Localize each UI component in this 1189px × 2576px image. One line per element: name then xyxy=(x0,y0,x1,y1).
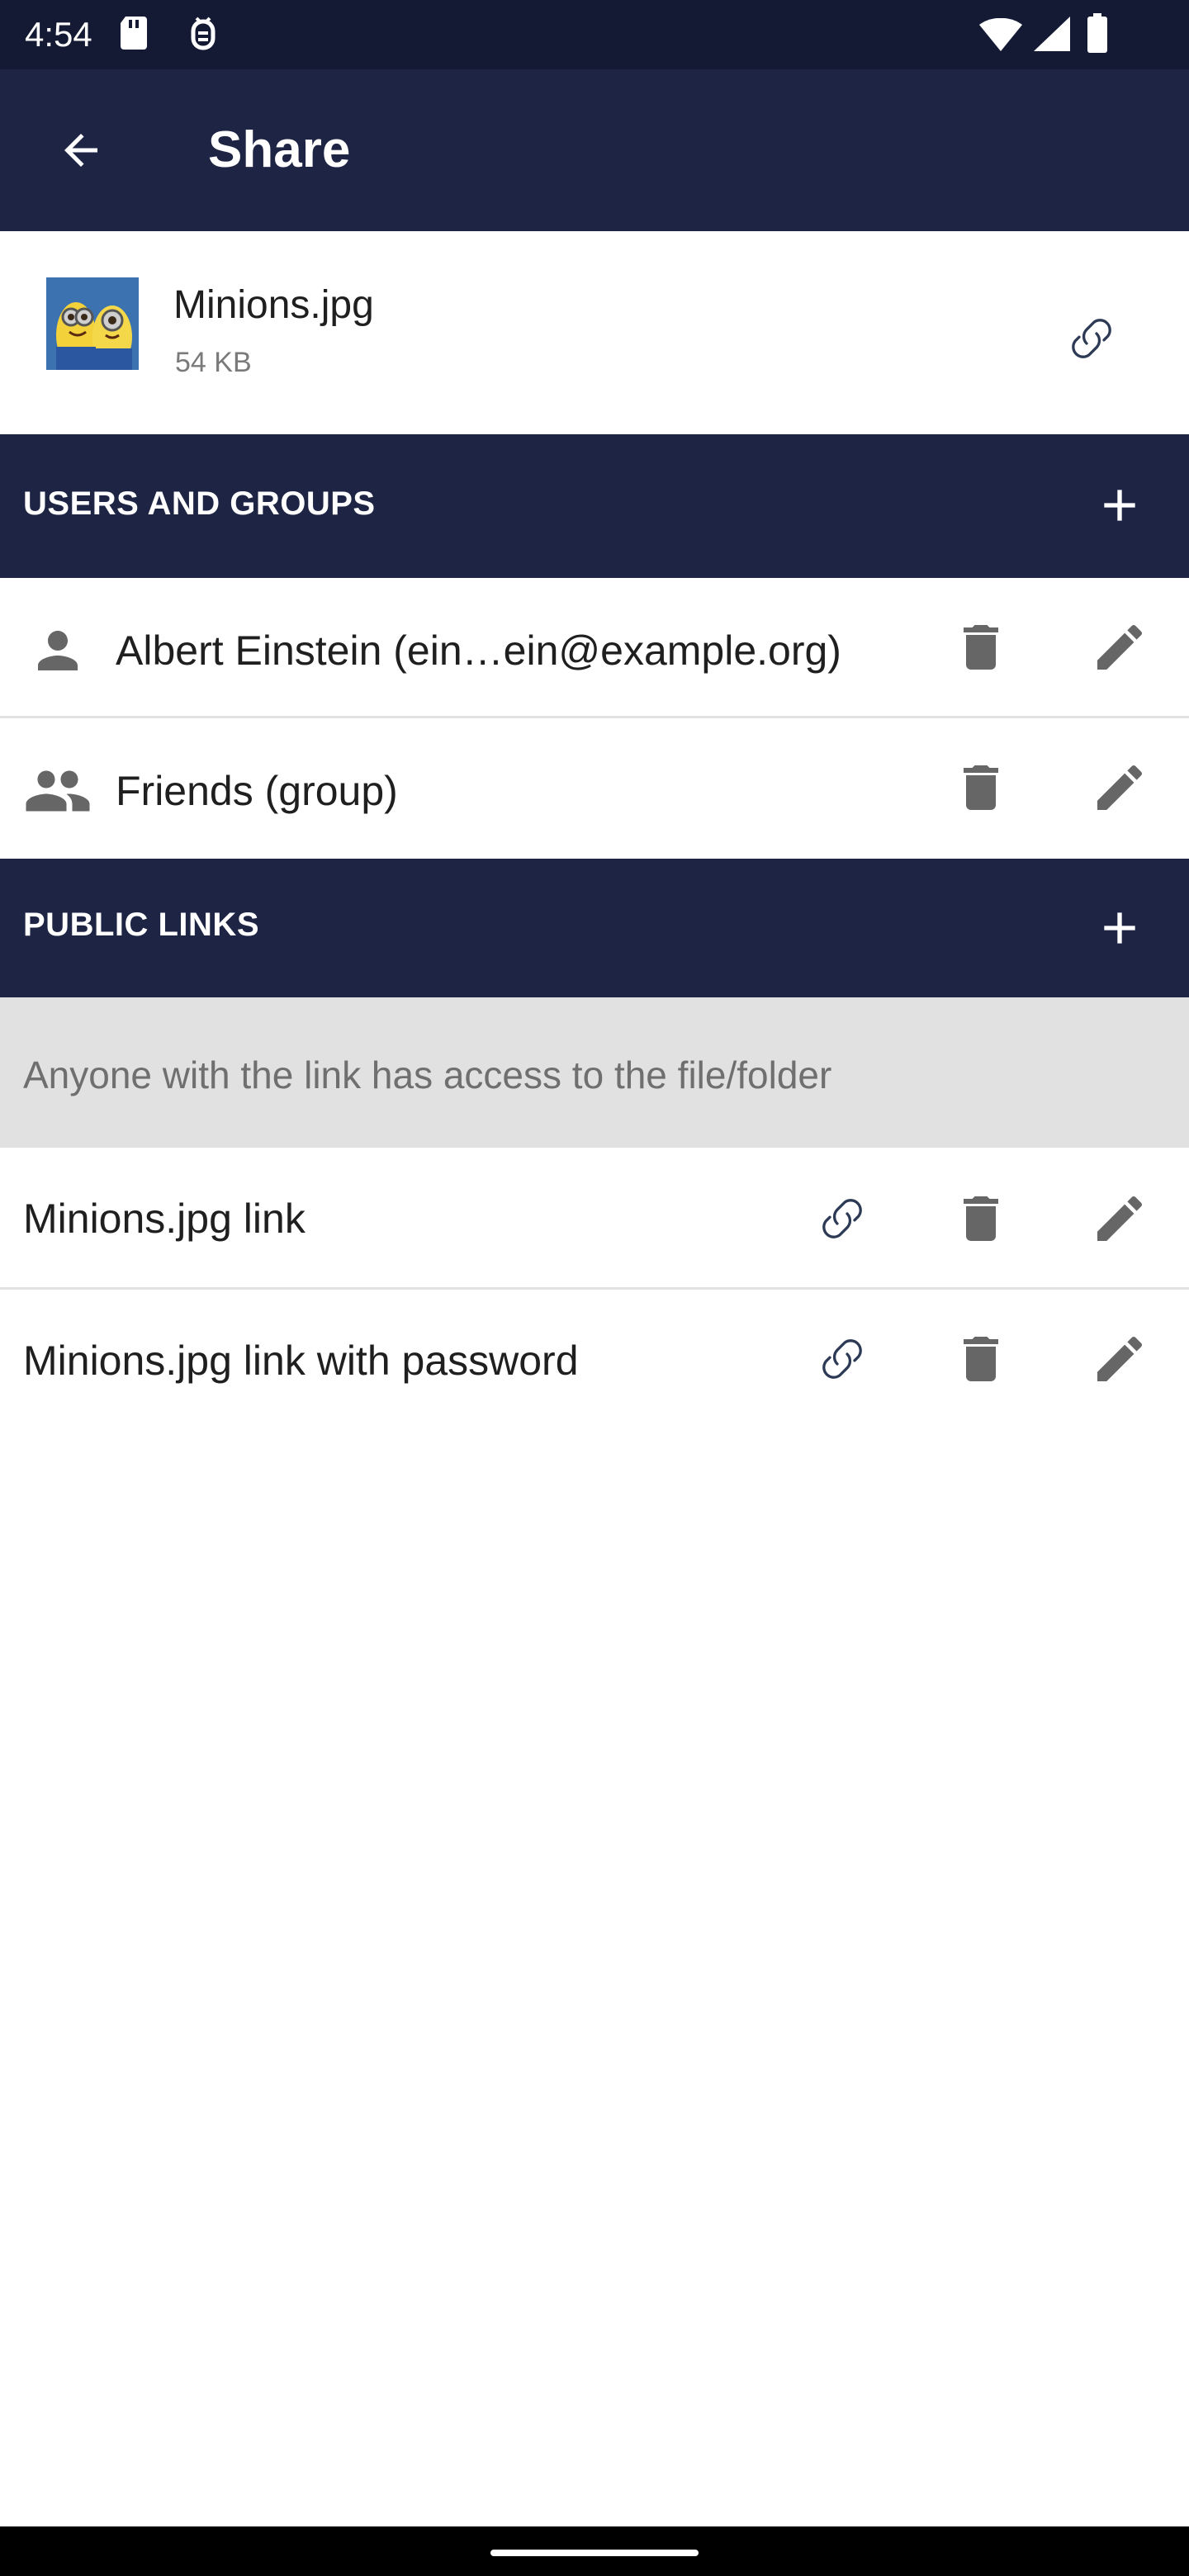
status-bar: 4:54 xyxy=(0,0,1189,69)
sd-card-icon xyxy=(119,15,149,55)
list-item-group[interactable]: Friends (group) xyxy=(0,718,1189,859)
edit-icon[interactable] xyxy=(1078,1318,1161,1400)
link-icon[interactable] xyxy=(1050,297,1133,380)
wifi-icon xyxy=(979,17,1022,55)
home-indicator[interactable] xyxy=(490,2550,699,2556)
public-links-notice: Anyone with the link has access to the f… xyxy=(0,997,1189,1148)
notice-text: Anyone with the link has access to the f… xyxy=(23,1054,832,1096)
users-and-groups-header: USERS AND GROUPS xyxy=(0,434,1189,578)
status-time: 4:54 xyxy=(25,15,92,54)
list-item-public-link[interactable]: Minions.jpg link with password xyxy=(0,1290,1189,1432)
delete-icon[interactable] xyxy=(940,1177,1022,1260)
file-name: Minions.jpg xyxy=(173,283,374,327)
add-user-button[interactable] xyxy=(1078,464,1161,547)
add-public-link-button[interactable] xyxy=(1078,887,1161,969)
list-item-public-link[interactable]: Minions.jpg link xyxy=(0,1148,1189,1290)
section-title-users-and-groups: USERS AND GROUPS xyxy=(23,485,376,522)
link-icon[interactable] xyxy=(801,1177,883,1260)
list-item-label: Minions.jpg link with password xyxy=(23,1338,579,1384)
edit-icon[interactable] xyxy=(1078,606,1161,689)
list-item-label: Minions.jpg link xyxy=(23,1196,306,1242)
list-item-label: Albert Einstein (ein…ein@example.org) xyxy=(116,627,841,674)
delete-icon[interactable] xyxy=(940,746,1022,829)
list-item-user[interactable]: Albert Einstein (ein…ein@example.org) xyxy=(0,578,1189,718)
delete-icon[interactable] xyxy=(940,606,1022,689)
file-header: Minions.jpg 54 KB xyxy=(0,231,1189,434)
edit-icon[interactable] xyxy=(1078,1177,1161,1260)
cellular-signal-icon xyxy=(1034,17,1070,55)
person-icon xyxy=(18,611,97,690)
app-bar: Share xyxy=(0,69,1189,231)
file-size: 54 KB xyxy=(175,347,252,378)
navigation-bar xyxy=(0,2526,1189,2576)
battery-icon xyxy=(1087,13,1108,57)
delete-icon[interactable] xyxy=(940,1318,1022,1400)
page-title: Share xyxy=(208,121,351,178)
group-icon xyxy=(18,751,97,831)
edit-icon[interactable] xyxy=(1078,746,1161,829)
public-links-header: PUBLIC LINKS xyxy=(0,859,1189,997)
section-title-public-links: PUBLIC LINKS xyxy=(23,907,259,943)
debug-icon xyxy=(185,15,221,57)
file-thumbnail xyxy=(46,277,139,370)
link-icon[interactable] xyxy=(801,1318,883,1400)
list-item-label: Friends (group) xyxy=(116,768,398,814)
arrow-back-icon[interactable] xyxy=(40,109,122,192)
